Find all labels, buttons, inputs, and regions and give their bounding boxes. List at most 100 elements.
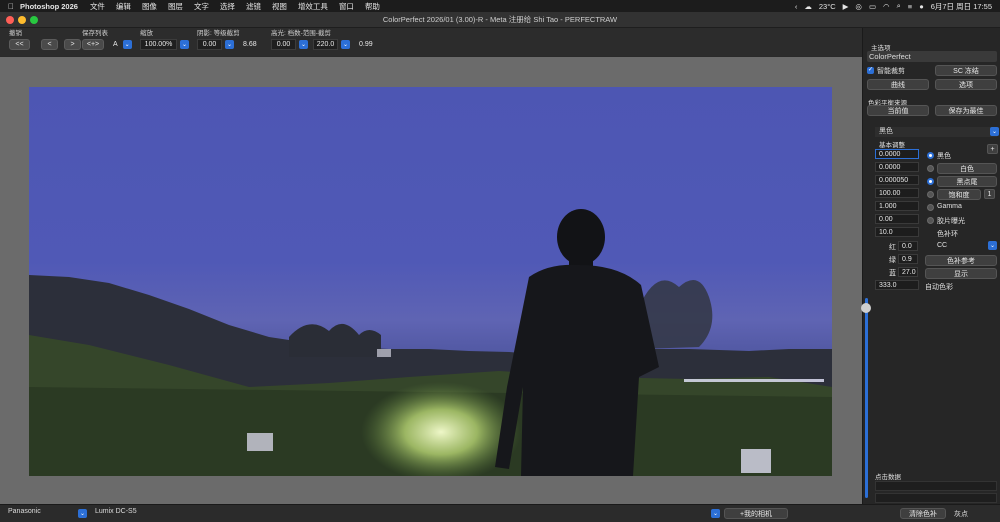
saturation-button[interactable]: 饱和度 [937,189,981,200]
gray-point-label: 灰点 [954,511,968,518]
film-select[interactable]: 黑色 [875,127,997,137]
app-menu[interactable]: Photoshop 2026 [20,2,78,11]
film-exposure-radio[interactable] [927,217,934,224]
first-button[interactable]: << [9,39,30,50]
blue-field[interactable]: 27.0 [898,267,918,277]
status-bar: Panasonic ⌄ Lumix DC-S5 ⌄ +我的相机 清除色补 灰点 [0,504,1000,522]
menu-edit[interactable]: 编辑 [116,1,131,12]
green-field[interactable]: 0.9 [898,254,918,264]
photo-preview[interactable] [29,87,832,476]
saturation-small-button[interactable]: 1 [984,189,995,199]
menu-help[interactable]: 帮助 [365,1,380,12]
brand-chevron-icon[interactable]: ⌄ [78,509,87,518]
menu-window[interactable]: 窗口 [339,1,354,12]
battery-icon[interactable]: ▭ [869,2,876,11]
menu-view[interactable]: 视图 [272,1,287,12]
prev-button[interactable]: < [41,39,58,50]
savelist-chevron-icon[interactable]: ⌄ [122,40,132,49]
film-chevron-icon[interactable]: ⌄ [990,127,999,136]
brand-select[interactable]: Panasonic [8,508,41,515]
saturation-field[interactable]: 100.00 [875,188,919,198]
film-select-value: 黑色 [879,128,893,135]
range-chevron-icon[interactable]: ⌄ [341,40,350,49]
save-best-button[interactable]: 保存为最佳 [935,105,997,116]
shadow-field[interactable]: 0.00 [197,39,222,50]
basic-adjust-label: 基本调整 [879,142,905,149]
close-window-icon[interactable] [6,16,14,24]
menu-filter[interactable]: 滤镜 [246,1,261,12]
auto-field[interactable]: 333.0 [875,280,919,290]
image-canvas[interactable] [0,57,862,504]
menu-image[interactable]: 图像 [142,1,157,12]
menu-bar:  Photoshop 2026 文件 编辑 图像 图层 文字 选择 滤镜 视图… [0,0,1000,12]
auto-color-label: 自动色彩 [925,284,953,291]
zoom-window-icon[interactable] [30,16,38,24]
gamma-field[interactable]: 1.000 [875,201,919,211]
menu-plugins[interactable]: 增效工具 [298,1,328,12]
current-value-button[interactable]: 当前值 [867,105,929,116]
menu-type[interactable]: 文字 [194,1,209,12]
menu-file[interactable]: 文件 [90,1,105,12]
minimize-window-icon[interactable] [18,16,26,24]
vertical-slider-track[interactable] [865,298,868,498]
zoom-chevron-icon[interactable]: ⌄ [180,40,189,49]
black-tail-field[interactable]: 0.000050 [875,175,919,185]
show-button[interactable]: 显示 [925,268,997,279]
saturation-radio[interactable] [927,191,934,198]
smart-crop-checkbox[interactable]: ✓ [867,67,874,74]
savelist-select[interactable]: A [111,41,120,48]
menu-select[interactable]: 选择 [220,1,235,12]
black-field[interactable]: 0.0000 [875,149,919,159]
next-button[interactable]: > [64,39,81,50]
cc-chevron-icon[interactable]: ⌄ [988,241,997,250]
wifi-icon[interactable]: ◠ [883,2,890,11]
cc-select[interactable]: CC [937,242,947,249]
shadow-label: 阴影: 等级截剪 [197,30,240,37]
color-ring-label: 色补环 [937,231,958,238]
chevron-left-icon[interactable]: ‹ [795,2,798,11]
white-button[interactable]: 白色 [937,163,997,174]
model-chevron-icon[interactable]: ⌄ [711,509,720,518]
color-ref-button[interactable]: 色补参考 [925,255,997,266]
colorperfect-panel: 主选项 ColorPerfect ✓ 智能裁剪 SC 冻结 曲线 选项 色彩平衡… [861,28,1000,504]
vertical-slider-thumb[interactable] [861,303,871,313]
clock-text[interactable]: 6月7日 周日 17:55 [931,1,992,12]
shadow-chevron-icon[interactable]: ⌄ [225,40,234,49]
temperature-text[interactable]: 23°C [819,2,836,11]
white-radio[interactable] [927,165,934,172]
apple-icon[interactable]:  [8,2,20,11]
gamma-radio[interactable] [927,204,934,211]
sc-freeze-button[interactable]: SC 冻结 [935,65,997,76]
highlight-label: 高光: 档数-范围-截剪 [271,30,331,37]
click-data-field-2 [875,493,997,503]
zoom-field[interactable]: 100.00% [140,39,177,50]
menu-layer[interactable]: 图层 [168,1,183,12]
add-button[interactable]: + [987,144,998,154]
control-center-icon[interactable]: ≡ [908,2,912,11]
film-exposure-field[interactable]: 0.00 [875,214,919,224]
clear-color-button[interactable]: 清除色补 [900,508,946,519]
model-select[interactable]: Lumix DC-S5 [95,508,137,515]
click-data-field [875,481,997,491]
curve-button[interactable]: 曲线 [867,79,929,90]
color-ring-field[interactable]: 10.0 [875,227,919,237]
headphones-icon[interactable]: ◎ [855,2,862,11]
white-field[interactable]: 0.0000 [875,162,919,172]
toolbar: 撤销 << < > 保存列表 <+> A ⌄ 缩放 100.00% ⌄ 阴影: … [0,28,862,56]
window-titlebar: ColorPerfect 2026/01 (3.00)-R - Meta 注册给… [0,12,1000,28]
black-tail-radio[interactable] [927,178,934,185]
siri-icon[interactable]: ● [919,2,924,11]
highlight-chevron-icon[interactable]: ⌄ [299,40,308,49]
play-icon[interactable]: ▶ [843,2,849,11]
options-button[interactable]: 选项 [935,79,997,90]
highlight-field[interactable]: 0.00 [271,39,296,50]
black-tail-button[interactable]: 黑点尾 [937,176,997,187]
shadow-readout: 8.68 [243,41,257,48]
black-radio[interactable] [927,152,934,159]
search-icon[interactable]: ⌕ [897,1,901,11]
my-camera-button[interactable]: +我的相机 [724,508,788,519]
weather-icon[interactable]: ☁ [804,2,812,11]
swap-button[interactable]: <+> [82,39,104,50]
red-field[interactable]: 0.0 [898,241,918,251]
range-field[interactable]: 220.0 [313,39,338,50]
